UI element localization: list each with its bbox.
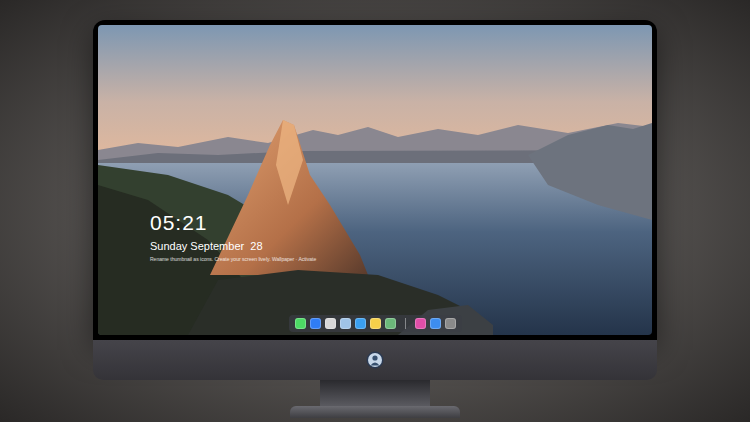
app-icon[interactable] (445, 318, 456, 329)
app-icon[interactable] (415, 318, 426, 329)
lock-note: Rename thumbnail as icons. Create your s… (150, 256, 316, 263)
monitor-neck (320, 380, 430, 406)
mockup: 05:21 Sunday September 28 Rename thumbna… (0, 0, 750, 422)
app-icon[interactable] (370, 318, 381, 329)
clock: 05:21 (150, 211, 316, 235)
brand-logo-icon (366, 351, 384, 369)
date: Sunday September 28 (150, 239, 316, 253)
app-icon[interactable] (310, 318, 321, 329)
app-icon[interactable] (430, 318, 441, 329)
app-icon[interactable] (385, 318, 396, 329)
monitor-bezel: 05:21 Sunday September 28 Rename thumbna… (93, 20, 657, 340)
dock (289, 315, 462, 332)
screen: 05:21 Sunday September 28 Rename thumbna… (98, 25, 652, 335)
monitor-base (290, 406, 460, 418)
lock-info: 05:21 Sunday September 28 Rename thumbna… (150, 211, 316, 263)
app-icon[interactable] (340, 318, 351, 329)
app-icon[interactable] (295, 318, 306, 329)
app-icon[interactable] (355, 318, 366, 329)
monitor-chin (93, 340, 657, 380)
app-icon[interactable] (325, 318, 336, 329)
dock-row (98, 315, 652, 332)
dock-divider (405, 318, 406, 329)
wallpaper (98, 25, 652, 335)
